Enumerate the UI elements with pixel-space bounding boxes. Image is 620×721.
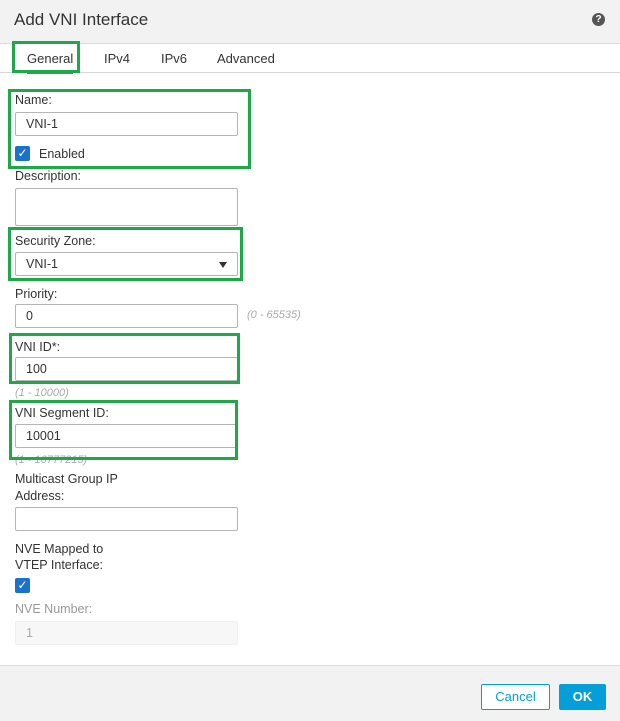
security-zone-select[interactable]: VNI-1 <box>15 252 238 276</box>
priority-label: Priority: <box>15 287 58 301</box>
security-zone-value: VNI-1 <box>26 257 58 271</box>
nve-number-label: NVE Number: <box>15 602 93 616</box>
multicast-group-input[interactable] <box>15 507 238 531</box>
description-label: Description: <box>15 169 81 183</box>
nve-mapped-checkbox[interactable]: ✓ <box>15 578 30 593</box>
priority-range-hint: (0 - 65535) <box>247 309 301 321</box>
description-input[interactable] <box>15 188 238 226</box>
dialog-footer: Cancel OK <box>0 665 620 721</box>
tab-bar: General IPv4 IPv6 Advanced <box>0 44 620 74</box>
vni-id-range-hint: (1 - 10000) <box>15 387 69 399</box>
priority-input[interactable] <box>15 304 238 328</box>
multicast-group-label-line1: Multicast Group IP <box>15 472 118 486</box>
dialog-title: Add VNI Interface <box>14 10 149 29</box>
tab-ipv4[interactable]: IPv4 <box>104 44 130 73</box>
enabled-label: Enabled <box>39 147 85 161</box>
multicast-group-label-line2: Address: <box>15 489 65 503</box>
chevron-down-icon <box>219 262 227 268</box>
vni-segment-id-range-hint: (1 - 16777215) <box>15 454 88 466</box>
tab-ipv6[interactable]: IPv6 <box>161 44 187 73</box>
name-label: Name: <box>15 93 52 107</box>
nve-mapped-label-line1: NVE Mapped to <box>15 542 104 556</box>
name-input[interactable] <box>15 112 238 136</box>
vni-segment-id-input[interactable] <box>15 424 238 448</box>
vni-id-input[interactable] <box>15 357 238 381</box>
tab-advanced[interactable]: Advanced <box>217 44 275 73</box>
nve-number-input <box>15 621 238 645</box>
cancel-button[interactable]: Cancel <box>481 684 550 710</box>
vni-id-label: VNI ID*: <box>15 340 61 354</box>
vni-segment-id-label: VNI Segment ID: <box>15 406 109 420</box>
help-icon[interactable]: ? <box>592 13 605 26</box>
ok-button[interactable]: OK <box>559 684 606 710</box>
dialog-header: Add VNI Interface ? <box>0 0 620 44</box>
security-zone-label: Security Zone: <box>15 234 96 248</box>
nve-mapped-label-line2: VTEP Interface: <box>15 558 104 572</box>
enabled-checkbox[interactable]: ✓ <box>15 146 30 161</box>
tab-general[interactable]: General <box>27 44 74 74</box>
